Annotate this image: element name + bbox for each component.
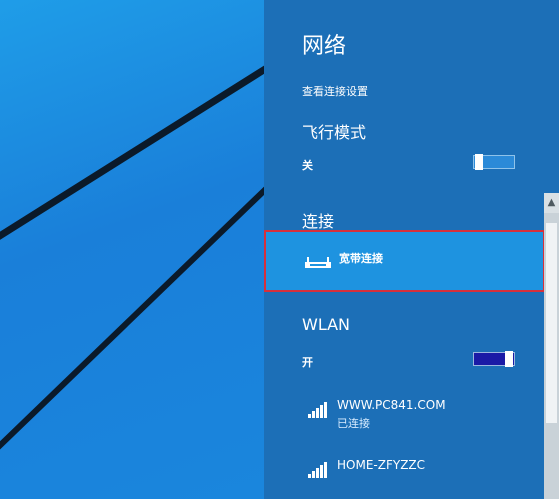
scrollbar-thumb[interactable] — [546, 223, 557, 423]
wifi-ssid: HOME-ZFYZZC — [337, 458, 426, 472]
toggle-knob — [475, 154, 483, 170]
scrollbar[interactable]: ▲ — [544, 193, 559, 499]
broadband-connection-item[interactable]: 宽带连接 — [264, 230, 545, 292]
view-connection-settings-link[interactable]: 查看连接设置 — [302, 83, 368, 99]
wifi-ssid: WWW.PC841.COM — [337, 398, 446, 412]
wallpaper-lines — [0, 65, 264, 450]
broadband-connection-label: 宽带连接 — [339, 252, 383, 265]
wifi-signal-icon — [308, 462, 327, 478]
modem-icon — [305, 257, 331, 268]
wifi-signal-icon — [308, 402, 327, 418]
panel-title: 网络 — [302, 34, 347, 59]
toggle-knob — [505, 351, 513, 367]
wifi-network-item[interactable]: HOME-ZFYZZC — [302, 458, 502, 482]
chevron-up-icon[interactable]: ▲ — [544, 193, 559, 213]
airplane-mode-heading: 飞行模式 — [302, 123, 367, 142]
airplane-mode-toggle[interactable] — [473, 154, 515, 170]
wifi-network-item[interactable]: WWW.PC841.COM 已连接 — [302, 398, 502, 432]
wlan-heading: WLAN — [302, 315, 351, 334]
wifi-status: 已连接 — [337, 417, 370, 430]
wlan-toggle[interactable] — [473, 351, 515, 367]
network-flyout: 网络 查看连接设置 飞行模式 关 连接 宽带连接 WLAN 开 WWW.PC84… — [264, 0, 559, 499]
airplane-mode-state: 关 — [302, 159, 313, 172]
wlan-state: 开 — [302, 356, 313, 369]
desktop-wallpaper — [0, 0, 264, 499]
connections-heading: 连接 — [302, 212, 335, 231]
